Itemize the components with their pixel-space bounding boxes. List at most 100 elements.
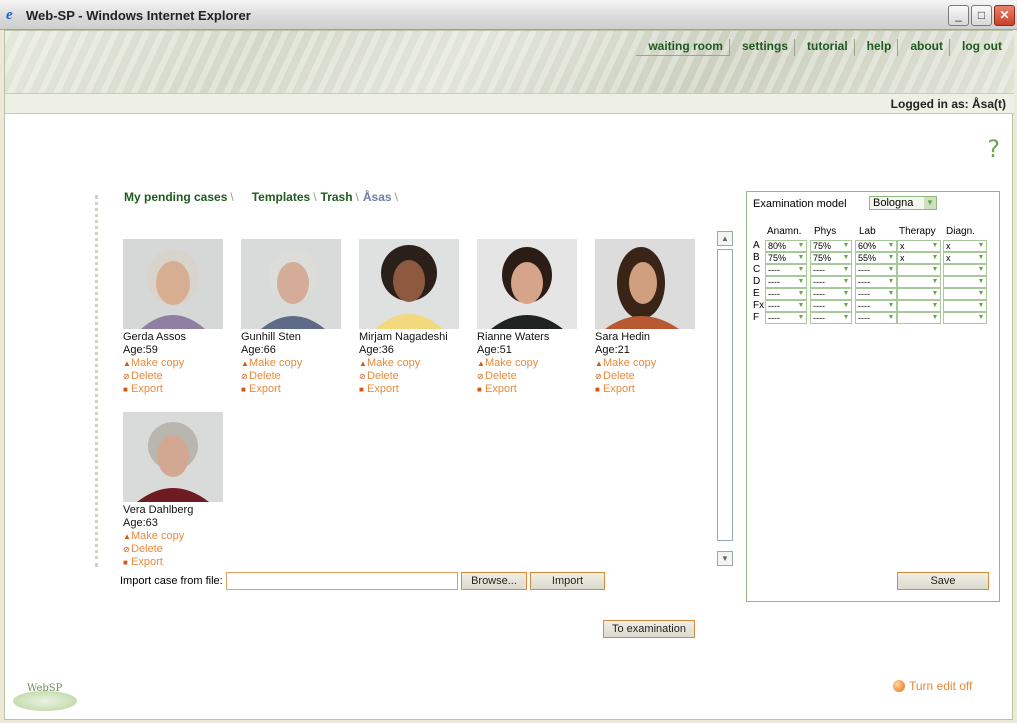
grade-threshold-select[interactable]: ---- ▼ <box>855 312 897 324</box>
grade-threshold-select[interactable]: ▼ <box>943 300 987 312</box>
tab-templates[interactable]: Templates <box>252 190 317 204</box>
export-link[interactable]: ■ Export <box>123 383 223 396</box>
grade-threshold-select[interactable]: ▼ <box>897 264 941 276</box>
grade-threshold-select[interactable]: ▼ <box>943 312 987 324</box>
tab-my-pending-cases[interactable]: My pending cases <box>124 190 234 204</box>
grade-threshold-select[interactable]: ---- ▼ <box>765 312 807 324</box>
grade-threshold-select[interactable]: ---- ▼ <box>810 276 852 288</box>
grade-threshold-select[interactable]: 75% ▼ <box>810 252 852 264</box>
close-button[interactable]: ✕ <box>994 5 1015 26</box>
grade-threshold-select[interactable]: ---- ▼ <box>765 264 807 276</box>
delete-link[interactable]: ⊘Delete <box>359 370 459 383</box>
export-link[interactable]: ■ Export <box>123 556 223 569</box>
delete-link[interactable]: ⊘Delete <box>123 543 223 556</box>
grade-threshold-select[interactable]: ▼ <box>897 276 941 288</box>
nav-settings[interactable]: settings <box>730 39 795 56</box>
export-link[interactable]: ■ Export <box>477 383 577 396</box>
minimize-button[interactable]: _ <box>948 5 969 26</box>
grade-threshold-select[interactable]: ▼ <box>897 312 941 324</box>
grade-threshold-select[interactable]: ---- ▼ <box>810 300 852 312</box>
turn-edit-off-link[interactable]: Turn edit off <box>893 679 972 693</box>
grade-threshold-select[interactable]: ---- ▼ <box>765 300 807 312</box>
make-copy-link[interactable]: ▲Make copy <box>477 357 577 370</box>
nav-help[interactable]: help <box>855 39 899 56</box>
grade-threshold-select[interactable]: x ▼ <box>897 252 941 264</box>
scroll-down-button[interactable]: ▼ <box>717 551 733 566</box>
make-copy-link[interactable]: ▲Make copy <box>359 357 459 370</box>
make-copy-link[interactable]: ▲Make copy <box>123 357 223 370</box>
patient-photo[interactable] <box>595 239 695 329</box>
export-link[interactable]: ■ Export <box>241 383 341 396</box>
patient-age: Age:59 <box>123 344 158 356</box>
grade-threshold-value: ---- <box>858 277 870 287</box>
grade-threshold-select[interactable]: 60% ▼ <box>855 240 897 252</box>
grade-threshold-select[interactable]: ---- ▼ <box>855 288 897 300</box>
delete-link[interactable]: ⊘Delete <box>477 370 577 383</box>
grade-threshold-value: ---- <box>768 277 780 287</box>
tab-trash[interactable]: Trash <box>321 190 359 204</box>
logo-ellipse <box>13 691 77 711</box>
chevron-down-icon: ▼ <box>887 290 895 297</box>
grade-threshold-select[interactable]: ---- ▼ <box>855 276 897 288</box>
no-entry-icon: ⊘ <box>123 545 130 554</box>
nav-tutorial[interactable]: tutorial <box>795 39 855 56</box>
grade-threshold-select[interactable]: 80% ▼ <box>765 240 807 252</box>
make-copy-link[interactable]: ▲Make copy <box>123 530 223 543</box>
scroll-track[interactable] <box>717 249 733 541</box>
grade-threshold-select[interactable]: ▼ <box>943 264 987 276</box>
delete-link[interactable]: ⊘Delete <box>123 370 223 383</box>
help-icon[interactable]: ? <box>987 135 1000 163</box>
patient-photo[interactable] <box>123 239 223 329</box>
patient-photo[interactable] <box>123 412 223 502</box>
examination-model-select[interactable]: Bologna ▼ <box>869 196 937 210</box>
case-scrollbar[interactable]: ▲ ▼ <box>717 231 733 567</box>
grade-threshold-select[interactable]: ---- ▼ <box>765 276 807 288</box>
patient-age: Age:36 <box>359 344 394 356</box>
grade-threshold-value: x <box>946 241 951 251</box>
nav-about[interactable]: about <box>898 39 951 56</box>
patient-photo[interactable] <box>359 239 459 329</box>
grade-threshold-select[interactable]: 75% ▼ <box>765 252 807 264</box>
make-copy-link[interactable]: ▲Make copy <box>241 357 341 370</box>
browse-button[interactable]: Browse... <box>461 572 527 590</box>
grade-threshold-select[interactable]: ▼ <box>943 288 987 300</box>
delete-link[interactable]: ⊘Delete <box>241 370 341 383</box>
grade-threshold-value: ---- <box>858 313 870 323</box>
grade-threshold-select[interactable]: ---- ▼ <box>810 312 852 324</box>
grade-threshold-select[interactable]: 75% ▼ <box>810 240 852 252</box>
scroll-up-button[interactable]: ▲ <box>717 231 733 246</box>
export-link[interactable]: ■ Export <box>359 383 459 396</box>
grade-threshold-select[interactable]: 55% ▼ <box>855 252 897 264</box>
chevron-down-icon: ▼ <box>887 278 895 285</box>
grade-threshold-select[interactable]: x ▼ <box>897 240 941 252</box>
save-button[interactable]: Save <box>897 572 989 590</box>
nav-waiting-room[interactable]: waiting room <box>636 39 730 56</box>
logged-in-label: Logged in as: Åsa(t) <box>890 97 1006 111</box>
patient-photo[interactable] <box>241 239 341 329</box>
maximize-button[interactable]: □ <box>971 5 992 26</box>
make-copy-link[interactable]: ▲Make copy <box>595 357 695 370</box>
to-examination-button[interactable]: To examination <box>603 620 695 638</box>
chevron-down-icon: ▼ <box>931 242 939 249</box>
grade-threshold-select[interactable]: x ▼ <box>943 240 987 252</box>
grade-threshold-select[interactable]: ---- ▼ <box>810 288 852 300</box>
export-link[interactable]: ■ Export <box>595 383 695 396</box>
grade-threshold-select[interactable]: ---- ▼ <box>855 264 897 276</box>
grade-threshold-select[interactable]: ▼ <box>943 276 987 288</box>
patient-photo[interactable] <box>477 239 577 329</box>
chevron-down-icon: ▼ <box>797 290 805 297</box>
grade-threshold-select[interactable]: ---- ▼ <box>810 264 852 276</box>
grade-threshold-select[interactable]: ▼ <box>897 300 941 312</box>
delete-link[interactable]: ⊘Delete <box>595 370 695 383</box>
grade-threshold-select[interactable]: ▼ <box>897 288 941 300</box>
grade-threshold-select[interactable]: ---- ▼ <box>765 288 807 300</box>
grade-threshold-value: ---- <box>768 313 780 323</box>
grade-threshold-select[interactable]: x ▼ <box>943 252 987 264</box>
grade-threshold-select[interactable]: ---- ▼ <box>855 300 897 312</box>
no-entry-icon: ⊘ <box>241 372 248 381</box>
chevron-down-icon: ▼ <box>977 266 985 273</box>
nav-log-out[interactable]: log out <box>950 39 1008 56</box>
tab-asas[interactable]: Åsas <box>363 190 398 204</box>
import-file-input[interactable] <box>226 572 458 590</box>
import-button[interactable]: Import <box>530 572 605 590</box>
